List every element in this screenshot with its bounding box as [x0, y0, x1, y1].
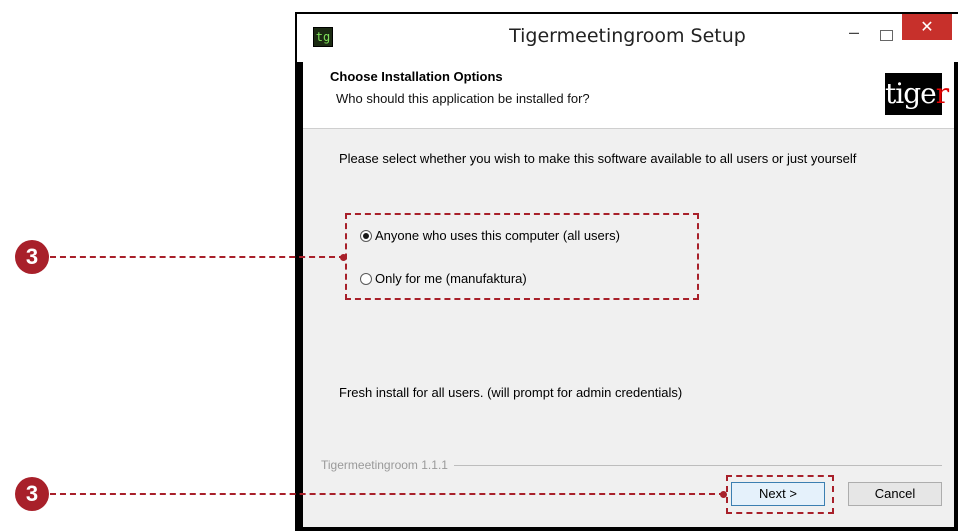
page-subtitle: Who should this application be installed…	[336, 91, 590, 106]
close-button[interactable]: ✕	[902, 14, 952, 40]
page-title: Choose Installation Options	[330, 69, 503, 84]
callout-step-marker-2: 3	[15, 477, 49, 511]
branding-divider	[453, 464, 942, 466]
install-scope-prompt: Please select whether you wish to make t…	[339, 151, 857, 166]
annotation-box-options	[345, 213, 699, 300]
annotation-dot-1	[340, 254, 347, 261]
annotation-box-next	[726, 475, 834, 514]
install-status-text: Fresh install for all users. (will promp…	[339, 385, 683, 400]
branding-line: Tigermeetingroom 1.1.1	[321, 458, 942, 472]
tiger-logo: tiger	[885, 73, 949, 115]
callout-step-marker-1: 3	[15, 240, 49, 274]
minimize-button[interactable]: –	[843, 23, 865, 42]
maximize-button[interactable]	[880, 30, 893, 41]
title-bar[interactable]: tg Tigermeetingroom Setup – ✕	[297, 14, 958, 62]
branding-text: Tigermeetingroom 1.1.1	[321, 458, 448, 472]
annotation-line-2	[50, 493, 725, 495]
cancel-button[interactable]: Cancel	[848, 482, 942, 506]
annotation-line-1	[50, 256, 345, 258]
page-header: Choose Installation Options Who should t…	[303, 62, 954, 129]
annotation-dot-2	[720, 491, 727, 498]
